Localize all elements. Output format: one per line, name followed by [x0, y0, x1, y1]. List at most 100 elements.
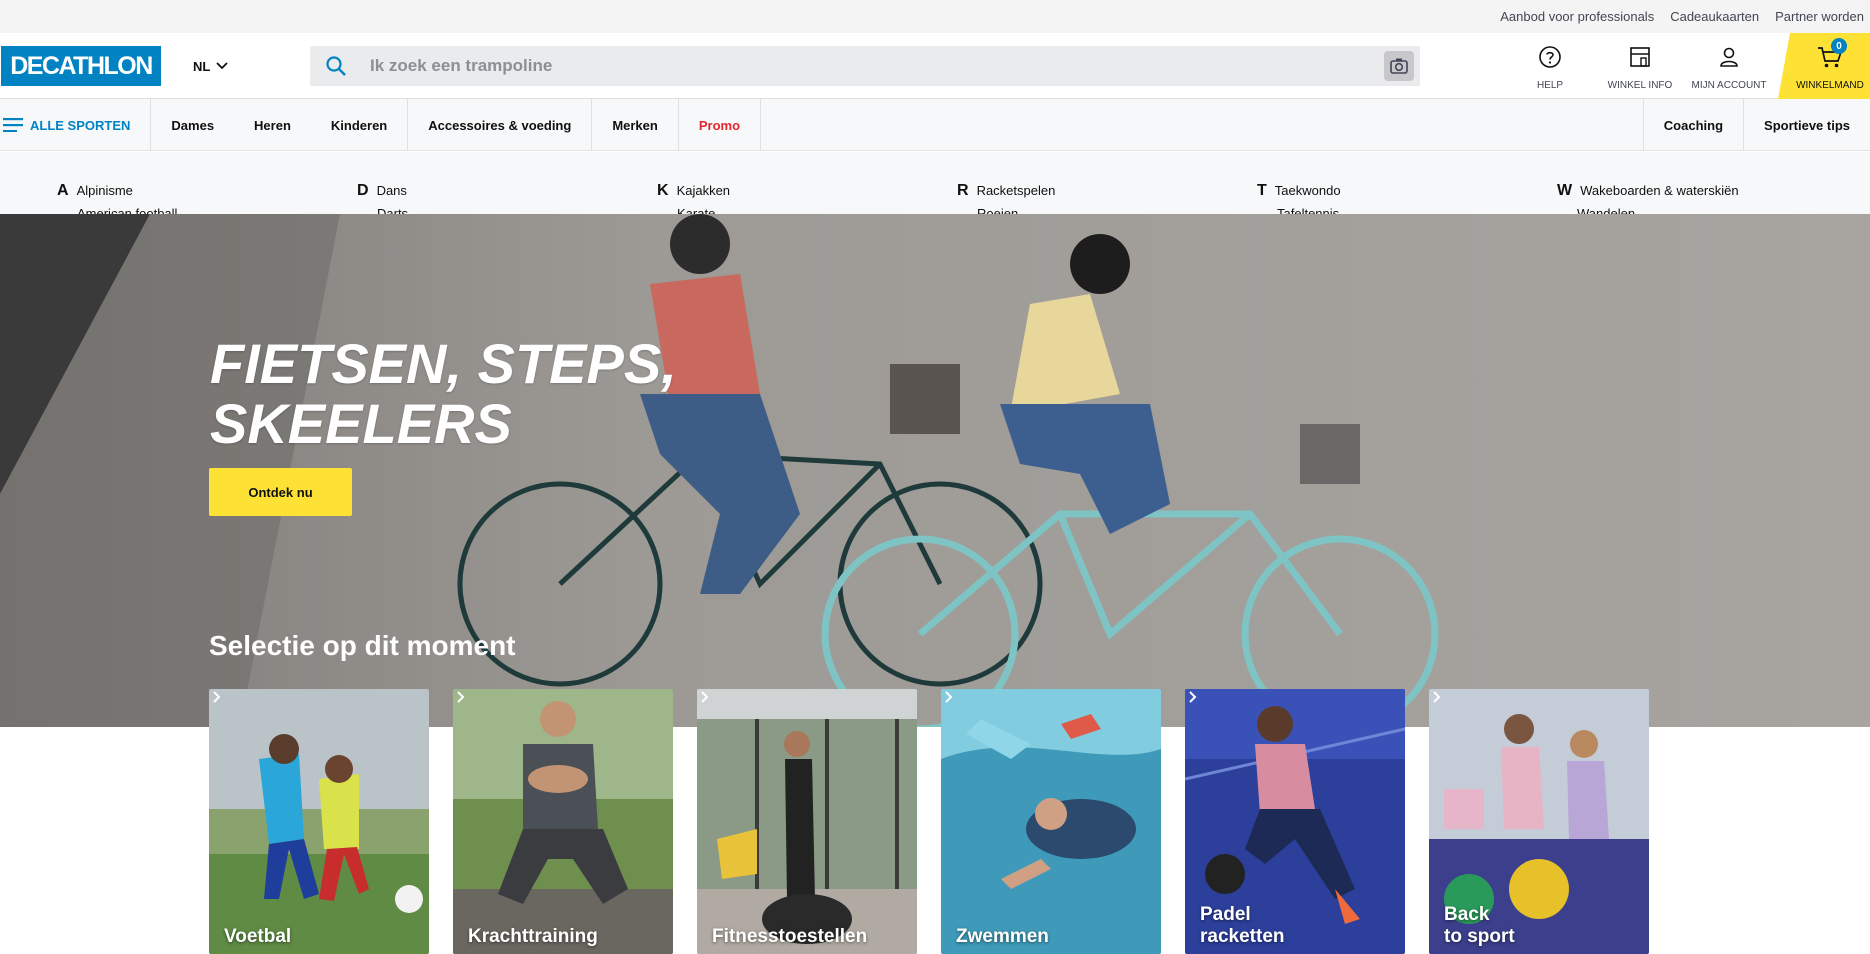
card-label-line1: Krachttraining [468, 926, 598, 947]
chevron-right-icon [213, 691, 221, 703]
card-zwemmen[interactable]: Zwemmen [941, 689, 1161, 954]
help-label: HELP [1536, 80, 1564, 91]
football-image [209, 689, 429, 954]
mega-letter: K [657, 182, 669, 199]
card-fitnesstoestellen[interactable]: Fitnesstoestellen [697, 689, 917, 954]
card-label: Krachttraining [468, 926, 598, 948]
chevron-right-icon [1433, 691, 1441, 703]
card-label-line1: Fitnesstoestellen [712, 926, 868, 947]
strength-training-image [453, 689, 673, 954]
swimming-image [941, 689, 1161, 954]
card-krachttraining[interactable]: Krachttraining [453, 689, 673, 954]
chevron-down-icon [216, 62, 228, 70]
decathlon-logo[interactable]: DECATHLON [1, 46, 161, 86]
main-nav: ALLE SPORTEN Dames Heren Kinderen Access… [0, 99, 1870, 151]
nav-item-dames[interactable]: Dames [151, 99, 234, 151]
chevron-right-icon [945, 691, 953, 703]
cart-count-badge: 0 [1831, 38, 1847, 54]
search-bar [310, 46, 1420, 86]
sports-mega-menu: A Alpinisme American football D Dans Dar… [0, 152, 1870, 214]
utility-bar: Aanbod voor professionals Cadeaukaarten … [0, 0, 1870, 33]
help-button[interactable]: HELP [1532, 45, 1568, 91]
utility-links: Aanbod voor professionals Cadeaukaarten … [1500, 0, 1870, 33]
my-account-button[interactable]: MIJN ACCOUNT [1691, 45, 1767, 91]
camera-search-icon[interactable] [1384, 51, 1414, 81]
mega-column-k: K Kajakken Karate [657, 182, 730, 214]
mega-column-r: R Racketspelen Roeien [957, 182, 1056, 214]
gift-cards-link[interactable]: Cadeaukaarten [1670, 9, 1759, 24]
mega-sport-link[interactable]: Wandelen [1577, 206, 1635, 214]
hamburger-icon [3, 118, 23, 132]
language-label: NL [193, 58, 211, 74]
nav-item-promo[interactable]: Promo [679, 99, 762, 151]
nav-right: Coaching Sportieve tips [1642, 99, 1870, 151]
professionals-link[interactable]: Aanbod voor professionals [1500, 9, 1654, 24]
store-info-button[interactable]: WINKEL INFO [1607, 45, 1673, 91]
mega-sport-link[interactable]: Taekwondo [1275, 183, 1341, 198]
card-label-line1: Voetbal [224, 926, 292, 947]
language-selector[interactable]: NL [193, 55, 228, 77]
chevron-right-icon [701, 691, 709, 703]
mega-letter: T [1257, 182, 1267, 199]
fitness-equipment-image [697, 689, 917, 954]
mega-sport-link[interactable]: Darts [377, 206, 408, 214]
cart-inner: 0 WINKELMAND [1778, 38, 1870, 91]
cart-icon-wrap: 0 [1815, 38, 1847, 69]
selection-section-title: Selectie op dit moment [209, 630, 516, 661]
search-icon[interactable] [314, 46, 358, 86]
logo-text: DECATHLON [10, 51, 153, 80]
all-sports-label: ALLE SPORTEN [30, 117, 131, 133]
nav-item-heren[interactable]: Heren [234, 99, 311, 151]
nav-item-accessoires[interactable]: Accessoires & voeding [408, 99, 593, 151]
card-label: Padel racketten [1200, 904, 1285, 948]
mega-sport-link[interactable]: Karate [677, 206, 715, 214]
hero-title-line2: SKEELERS [210, 392, 512, 455]
mega-sport-link[interactable]: Racketspelen [977, 183, 1056, 198]
mega-sport-link[interactable]: Wakeboarden & waterskiën [1580, 183, 1739, 198]
card-back-to-sport[interactable]: Back to sport [1429, 689, 1649, 954]
card-label: Voetbal [224, 926, 291, 948]
mega-sport-link[interactable]: Kajakken [677, 183, 730, 198]
card-voetbal[interactable]: Voetbal [209, 689, 429, 954]
cart-label: WINKELMAND [1796, 80, 1864, 91]
card-label-line1: Back [1444, 904, 1490, 925]
discover-now-button[interactable]: Ontdek nu [209, 468, 352, 516]
store-icon [1630, 47, 1650, 67]
category-cards: Voetbal Krachttraining Fitnesstoestellen… [209, 689, 1649, 954]
mega-sport-link[interactable]: Alpinisme [77, 183, 133, 198]
search-input[interactable] [358, 46, 1384, 86]
card-label: Zwemmen [956, 926, 1049, 948]
nav-item-kinderen[interactable]: Kinderen [311, 99, 409, 151]
card-label-line2: racketten [1200, 926, 1285, 947]
hero-title: FIETSEN, STEPS, SKEELERS [210, 334, 770, 454]
card-label-line2: to sport [1444, 926, 1515, 947]
mega-sport-link[interactable]: American football [77, 206, 177, 214]
help-icon [1539, 46, 1561, 68]
site-header: DECATHLON NL HELP WINKEL INFO MIJN ACCOU… [0, 33, 1870, 99]
card-label: Back to sport [1444, 904, 1515, 948]
mega-letter: R [957, 182, 969, 199]
account-label: MIJN ACCOUNT [1691, 80, 1767, 91]
nav-item-sportieve-tips[interactable]: Sportieve tips [1743, 99, 1870, 151]
hero-title-line1: FIETSEN, STEPS, [210, 332, 677, 395]
hero-banner[interactable]: FIETSEN, STEPS, SKEELERS Ontdek nu Selec… [0, 214, 1870, 727]
all-sports-button[interactable]: ALLE SPORTEN [0, 99, 152, 151]
store-label: WINKEL INFO [1607, 80, 1673, 91]
mega-letter: A [57, 182, 69, 199]
chevron-right-icon [1189, 691, 1197, 703]
chevron-right-icon [457, 691, 465, 703]
mega-sport-link[interactable]: Roeien [977, 206, 1018, 214]
card-label-line1: Zwemmen [956, 926, 1049, 947]
mega-column-t: T Taekwondo Tafeltennis [1257, 182, 1341, 214]
card-padel-racketten[interactable]: Padel racketten [1185, 689, 1405, 954]
cart-button[interactable]: 0 WINKELMAND [1778, 33, 1870, 99]
card-label: Fitnesstoestellen [712, 926, 867, 948]
mega-sport-link[interactable]: Dans [377, 183, 407, 198]
become-partner-link[interactable]: Partner worden [1775, 9, 1864, 24]
mega-letter: D [357, 182, 369, 199]
mega-sport-link[interactable]: Tafeltennis [1277, 206, 1339, 214]
mega-column-a: A Alpinisme American football [57, 182, 177, 214]
nav-item-coaching[interactable]: Coaching [1642, 99, 1743, 151]
user-icon [1720, 47, 1738, 67]
nav-item-merken[interactable]: Merken [592, 99, 679, 151]
